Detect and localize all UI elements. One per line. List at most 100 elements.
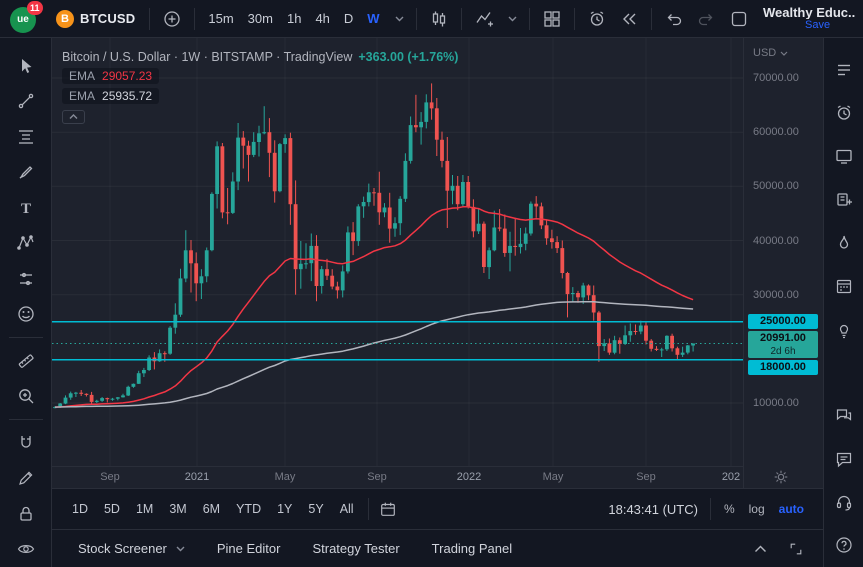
timeframe-15m[interactable]: 15m xyxy=(201,7,240,30)
chart-legend: Bitcoin / U.S. Dollar · 1W · BITSTAMP · … xyxy=(62,50,458,124)
calendar-button[interactable] xyxy=(828,265,860,308)
timeframe-30m[interactable]: 30m xyxy=(241,7,280,30)
timeframe-1h[interactable]: 1h xyxy=(280,7,308,30)
percent-scale-button[interactable]: % xyxy=(717,499,742,519)
bar-replay-button[interactable] xyxy=(613,5,645,33)
level-price-label[interactable]: 25000.00 xyxy=(748,314,818,329)
price-chart[interactable]: Bitcoin / U.S. Dollar · 1W · BITSTAMP · … xyxy=(52,38,743,466)
clock-utc[interactable]: 18:43:41 (UTC) xyxy=(608,502,698,517)
time-axis[interactable]: Sep2021MaySep2022MaySep202 xyxy=(52,466,743,488)
go-to-date-button[interactable] xyxy=(375,497,401,521)
range-1d[interactable]: 1D xyxy=(64,499,96,519)
ideas-button[interactable] xyxy=(828,308,860,351)
indicators-button[interactable] xyxy=(468,5,500,33)
cursor-tool[interactable] xyxy=(7,48,45,84)
notification-badge: 11 xyxy=(27,1,43,15)
watchlist-button[interactable] xyxy=(828,48,860,91)
time-tick-label: 2021 xyxy=(181,471,213,483)
indicator-ema-2[interactable]: EMA 25935.72 xyxy=(62,88,159,104)
time-tick-label: Sep xyxy=(630,471,662,483)
support-button[interactable] xyxy=(828,480,860,523)
panel-expand-button[interactable] xyxy=(749,538,771,560)
toolbar-divider xyxy=(368,498,369,520)
range-6m[interactable]: 6M xyxy=(195,499,228,519)
brush-tool[interactable] xyxy=(7,155,45,191)
timeframe-4h[interactable]: 4h xyxy=(308,7,336,30)
range-5d[interactable]: 5D xyxy=(96,499,128,519)
help-button[interactable] xyxy=(828,524,860,567)
layout-button[interactable] xyxy=(536,5,568,33)
indicator-ema-1[interactable]: EMA 29057.23 xyxy=(62,68,159,84)
price-axis[interactable]: USD 70000.0060000.0050000.0040000.003000… xyxy=(743,38,823,488)
indicator-value: 29057.23 xyxy=(102,69,152,83)
range-3m[interactable]: 3M xyxy=(161,499,194,519)
private-chats-button[interactable] xyxy=(828,437,860,480)
tab-strategy-tester[interactable]: Strategy Tester xyxy=(296,530,415,567)
tab-trading-panel[interactable]: Trading Panel xyxy=(416,530,528,567)
emoji-tool[interactable] xyxy=(7,297,45,333)
create-alert-button[interactable] xyxy=(581,5,613,33)
trend-line-icon xyxy=(16,91,36,111)
timeframe-d[interactable]: D xyxy=(337,7,360,30)
last-price-label[interactable]: 20991.002d 6h xyxy=(748,331,818,358)
range-ytd[interactable]: YTD xyxy=(228,499,269,519)
measure-tool[interactable] xyxy=(7,343,45,379)
hide-drawings-button[interactable] xyxy=(7,532,45,567)
compare-add-button[interactable] xyxy=(156,5,188,33)
range-5y[interactable]: 5Y xyxy=(300,499,331,519)
chart-style-button[interactable] xyxy=(423,5,455,33)
pattern-tool[interactable] xyxy=(7,226,45,262)
hotlists-button[interactable] xyxy=(828,178,860,221)
save-link[interactable]: Save xyxy=(805,19,830,32)
chevron-down-icon xyxy=(395,16,404,22)
timeframe-w[interactable]: W xyxy=(360,7,386,30)
public-chat-button[interactable] xyxy=(828,394,860,437)
level-price-label[interactable]: 18000.00 xyxy=(748,360,818,375)
tab-stock-screener[interactable]: Stock Screener xyxy=(62,530,201,567)
legend-collapse-button[interactable] xyxy=(62,110,85,124)
indicators-icon xyxy=(474,9,494,29)
price-tick-label: 50000.00 xyxy=(753,179,799,193)
log-scale-button[interactable]: log xyxy=(742,499,772,519)
price-label-value: 25000.00 xyxy=(748,314,818,329)
emoji-icon xyxy=(16,304,36,324)
toolbar-divider xyxy=(461,8,462,30)
range-1m[interactable]: 1M xyxy=(128,499,161,519)
range-1y[interactable]: 1Y xyxy=(269,499,300,519)
message-icon xyxy=(834,449,854,469)
undo-button[interactable] xyxy=(658,5,690,33)
alerts-button[interactable] xyxy=(828,91,860,134)
time-tick-label: Sep xyxy=(361,471,393,483)
chevron-down-icon xyxy=(508,16,517,22)
time-tick-label: 2022 xyxy=(453,471,485,483)
fib-retracement-tool[interactable] xyxy=(7,119,45,155)
text-tool[interactable]: T xyxy=(7,190,45,226)
alarm-clock-icon xyxy=(587,9,607,29)
prediction-tool[interactable] xyxy=(7,261,45,297)
news-button[interactable] xyxy=(828,135,860,178)
auto-scale-button[interactable]: auto xyxy=(772,499,811,519)
redo-button[interactable] xyxy=(690,5,722,33)
axis-currency-menu[interactable]: USD xyxy=(753,47,788,59)
magnet-mode-button[interactable] xyxy=(7,425,45,461)
lock-drawings-button[interactable] xyxy=(7,496,45,532)
zoom-tool[interactable] xyxy=(7,379,45,415)
streams-button[interactable] xyxy=(828,221,860,264)
symbol-search-button[interactable]: B BTCUSD xyxy=(48,7,143,31)
save-layout-button[interactable] xyxy=(723,5,755,33)
symbol-name: BTCUSD xyxy=(80,11,135,26)
symbol-description[interactable]: Bitcoin / U.S. Dollar · 1W · BITSTAMP · … xyxy=(62,50,458,64)
drawing-mode-button[interactable] xyxy=(7,461,45,497)
main-menu-logo[interactable]: ue 11 xyxy=(10,4,40,34)
indicator-templates-button[interactable] xyxy=(500,12,523,26)
plus-circle-icon xyxy=(162,9,182,29)
trend-line-tool[interactable] xyxy=(7,84,45,120)
timeframe-menu-button[interactable] xyxy=(387,12,410,26)
chart-settings-button[interactable] xyxy=(772,468,790,486)
tab-pine-editor[interactable]: Pine Editor xyxy=(201,530,297,567)
price-label-value: 18000.00 xyxy=(748,360,818,375)
fullscreen-button[interactable] xyxy=(785,538,807,560)
layout-name-block[interactable]: Wealthy Educ... Save xyxy=(763,6,855,32)
range-all[interactable]: All xyxy=(332,499,362,519)
top-toolbar: ue 11 B BTCUSD 15m30m1h4hDW xyxy=(0,0,863,38)
